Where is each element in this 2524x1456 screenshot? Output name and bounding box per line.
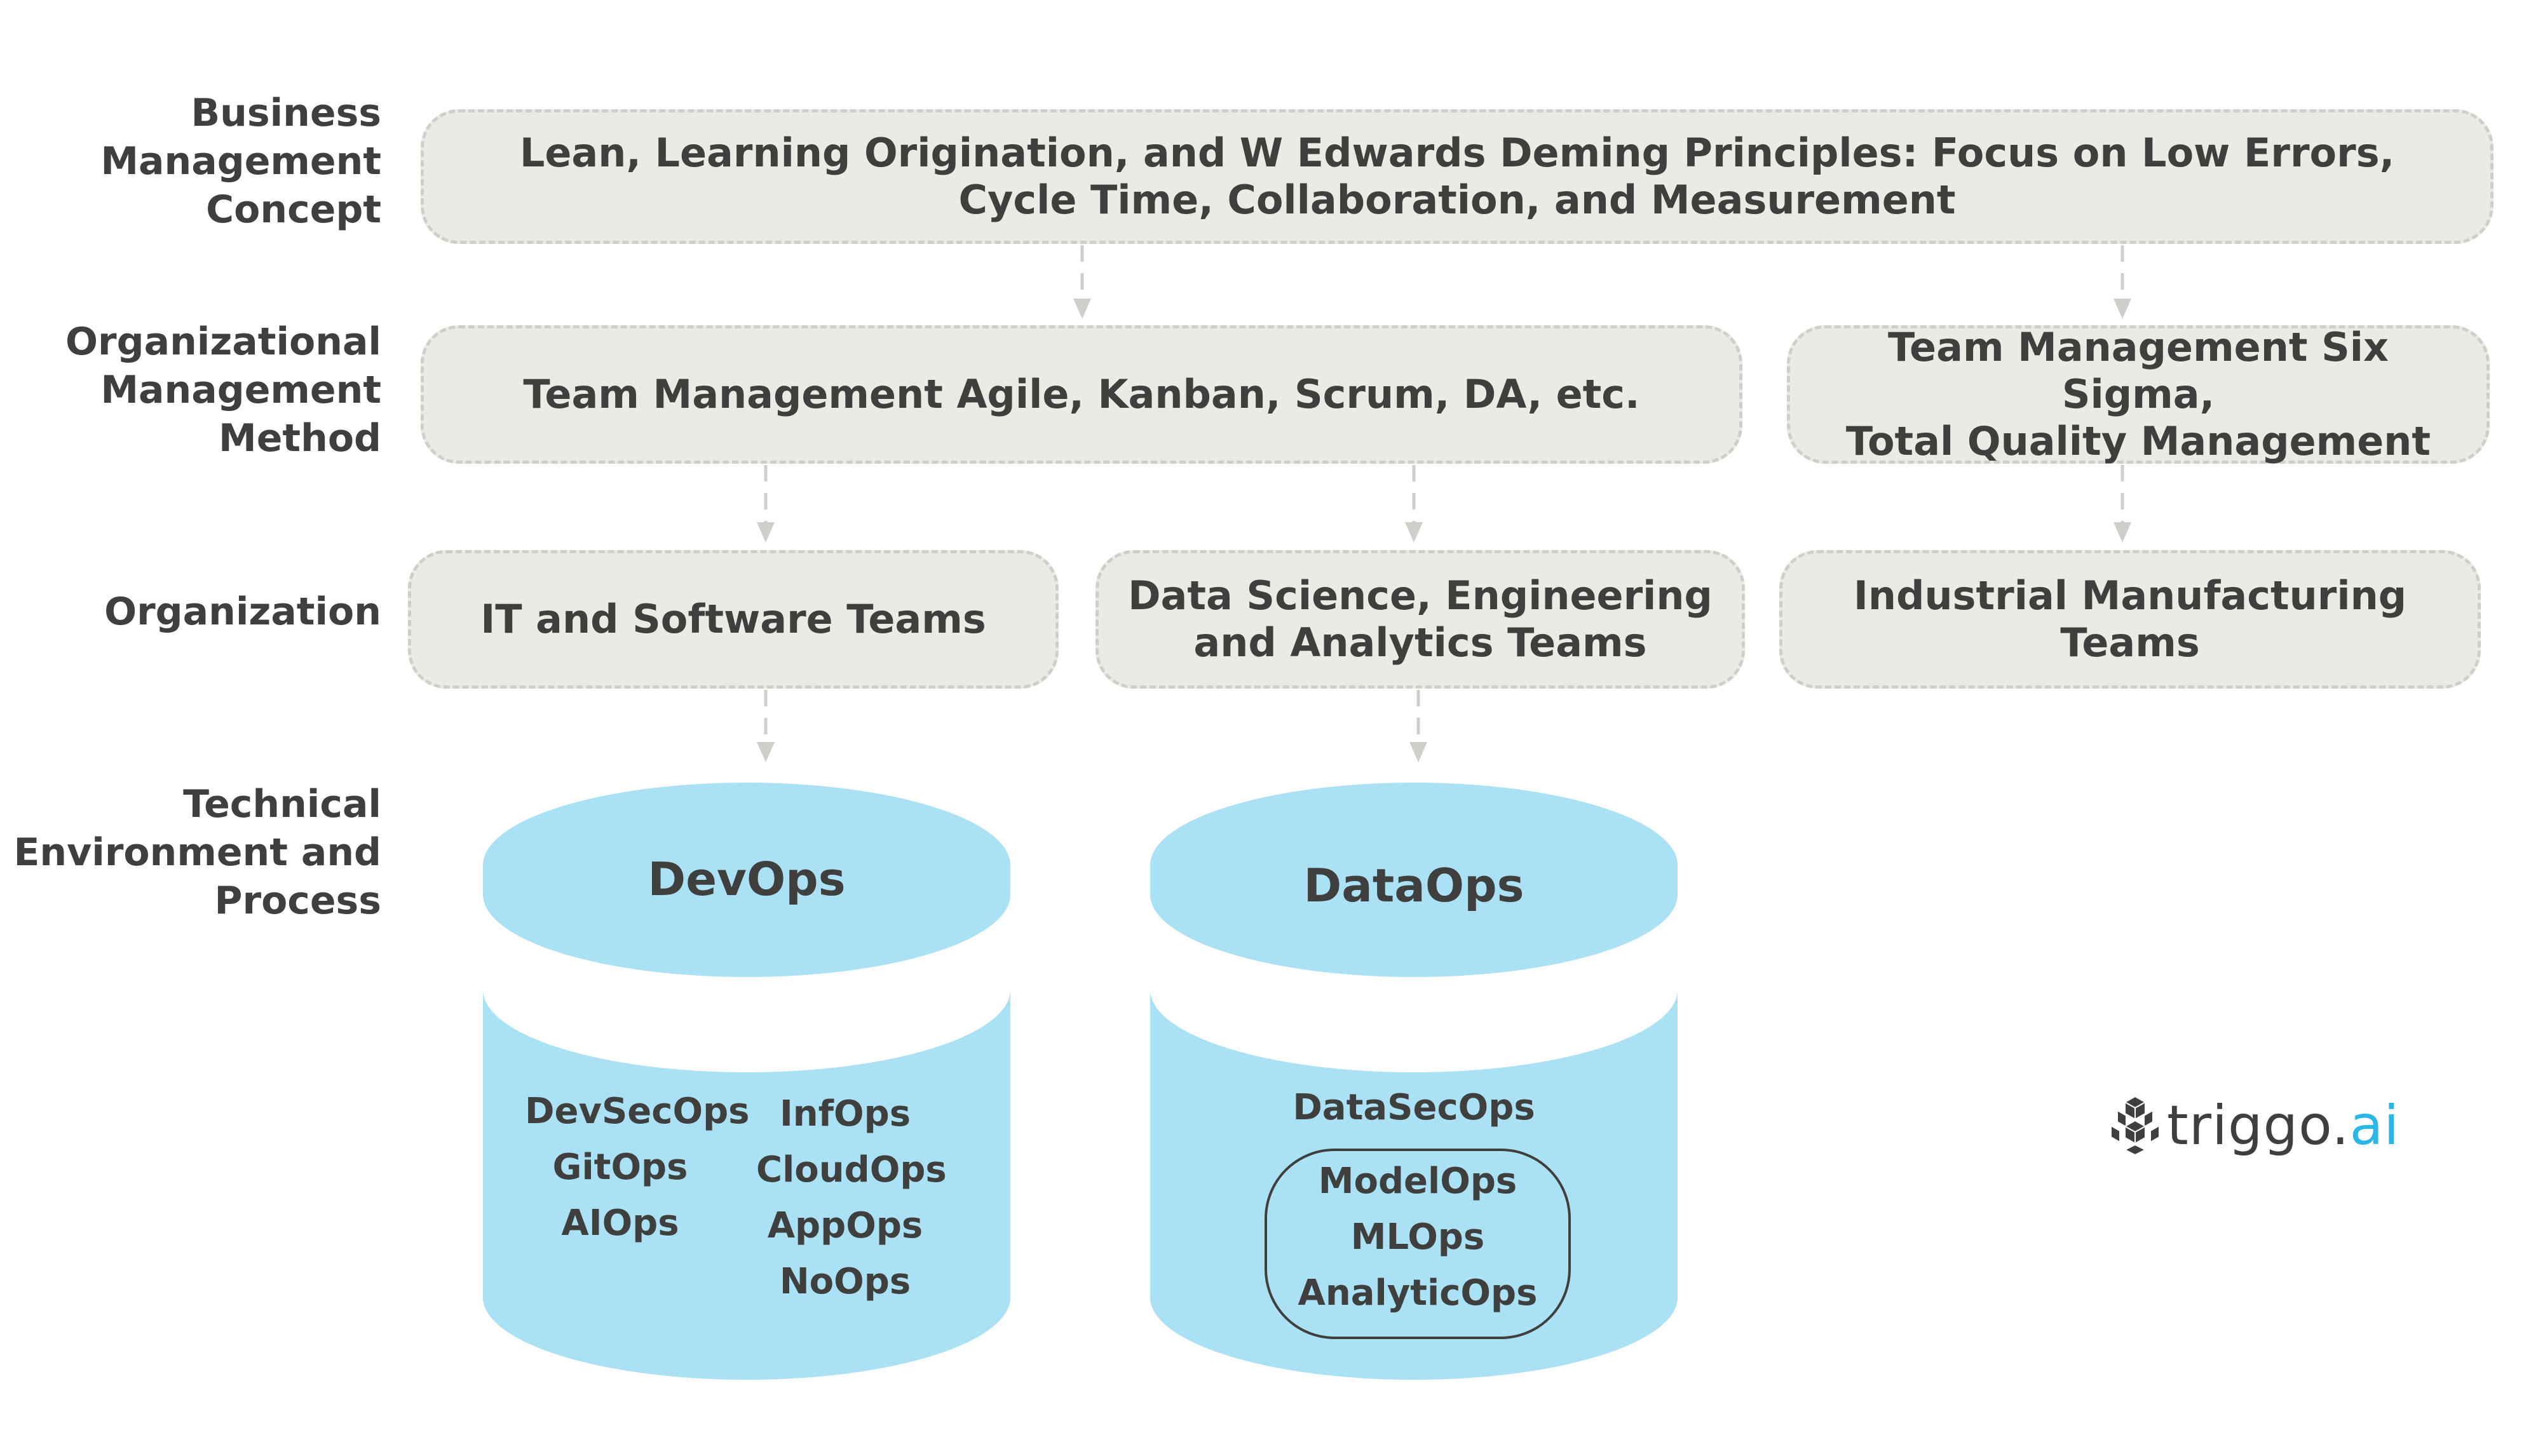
dataops-group-list: ModelOps MLOps AnalyticOps <box>1265 1154 1571 1321</box>
triggo-logo: triggo.ai <box>2108 1094 2399 1157</box>
arrowhead-icon <box>757 522 775 543</box>
ops-item: DevSecOps <box>525 1091 750 1132</box>
dataops-title: DataOps <box>1303 859 1524 912</box>
ops-item: GitOps <box>552 1147 688 1188</box>
arrowhead-icon <box>1409 742 1427 762</box>
arrowhead-icon <box>1405 522 1423 543</box>
devops-title: DevOps <box>648 853 846 906</box>
ops-item: AnalyticOps <box>1298 1272 1538 1314</box>
arrowhead-icon <box>1073 299 1091 319</box>
logo-text-accent: ai <box>2349 1094 2400 1157</box>
devops-cylinder: DevOps DevSecOps GitOps AIOps InfOps Clo… <box>483 770 1010 1386</box>
logo-text: triggo.ai <box>2167 1094 2399 1157</box>
ops-item: CloudOps <box>756 1149 947 1190</box>
ops-item: InfOps <box>779 1093 911 1135</box>
devops-right-list: InfOps CloudOps AppOps NoOps <box>756 1086 947 1310</box>
dataops-top-item: DataSecOps <box>1150 1080 1678 1136</box>
arrowhead-icon <box>2114 299 2131 319</box>
logo-text-main: triggo. <box>2167 1094 2350 1157</box>
ops-item: AIOps <box>561 1203 679 1244</box>
ops-item: AppOps <box>767 1205 923 1246</box>
ops-item: MLOps <box>1350 1217 1485 1258</box>
arrowhead-icon <box>2114 522 2131 543</box>
ops-item: NoOps <box>779 1261 911 1302</box>
cube-cluster-icon <box>2110 1095 2160 1156</box>
arrowhead-icon <box>757 742 775 762</box>
ops-item: DataSecOps <box>1293 1087 1535 1128</box>
devops-left-list: DevSecOps GitOps AIOps <box>525 1084 750 1251</box>
dataops-cylinder: DataOps DataSecOps ModelOps MLOps Analyt… <box>1150 770 1678 1386</box>
ops-item: ModelOps <box>1318 1161 1517 1202</box>
